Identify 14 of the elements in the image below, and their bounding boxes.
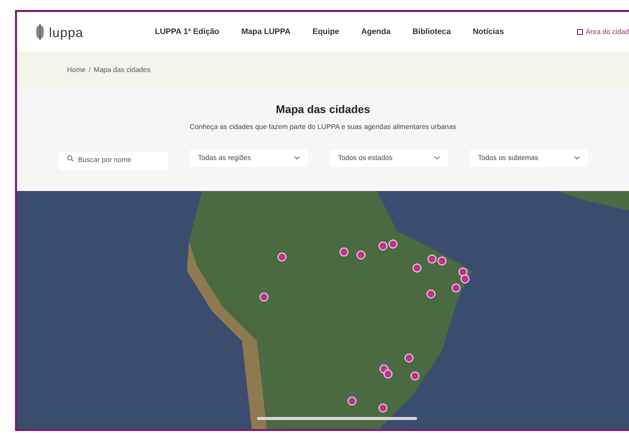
logo-icon <box>35 24 45 40</box>
caret-icon <box>294 156 300 160</box>
nav-link[interactable]: Equipe <box>312 27 340 37</box>
nav-link[interactable]: Agenda <box>361 27 391 37</box>
nav-link[interactable]: Notícias <box>472 27 504 37</box>
nav-link[interactable]: Mapa LUPPA <box>241 27 291 37</box>
caret-icon <box>574 156 580 160</box>
page-title: Mapa das cidades <box>276 104 370 116</box>
search-icon <box>67 155 74 162</box>
user-icon <box>576 29 583 35</box>
nav-link[interactable]: Biblioteca <box>412 27 451 37</box>
caret-icon <box>434 156 440 160</box>
logo-text: luppa <box>49 24 84 40</box>
nav-link[interactable]: LUPPA 1ª Edição <box>155 27 220 37</box>
